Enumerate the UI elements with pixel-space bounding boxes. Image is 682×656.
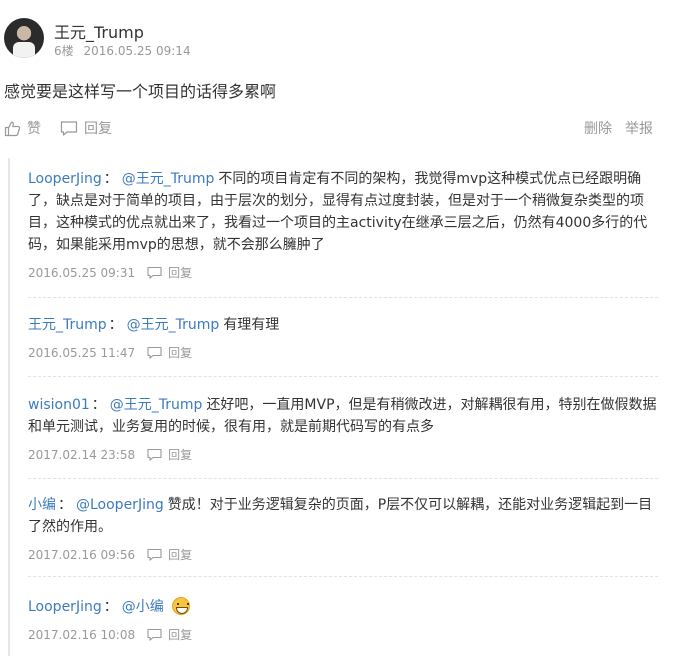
comment-reply-button[interactable]: 回复: [147, 446, 192, 463]
comment-reply-button[interactable]: 回复: [147, 264, 192, 281]
reply-label: 回复: [168, 548, 193, 562]
colon-separator: ：: [108, 317, 123, 333]
comment-bubble-icon: [147, 548, 162, 561]
comment-bubble-icon: [147, 346, 162, 359]
reply-label: 回复: [168, 266, 193, 280]
comment-footer: 2017.02.16 10:08 回复: [28, 626, 658, 643]
comment-bubble-icon: [147, 266, 162, 279]
comment-item: 小编： @LooperJing 赞成！对于业务逻辑复杂的页面，P层不仅可以解耦，还能…: [28, 494, 658, 563]
comment-item: 王元_Trump： @王元_Trump 有理有理 2016.05.25 11:47 …: [28, 314, 658, 361]
comment-user[interactable]: 王元_Trump: [28, 317, 107, 333]
comment-text: LooperJing： @王元_Trump 不同的项目肯定有不同的架构，我觉得mvp…: [28, 168, 658, 256]
comment-footer: 2016.05.25 11:47 回复: [28, 344, 658, 361]
comment-user[interactable]: LooperJing: [28, 171, 102, 187]
comment-text: 王元_Trump： @王元_Trump 有理有理: [28, 314, 658, 336]
colon-separator: ：: [91, 397, 106, 413]
comment-mention[interactable]: @王元_Trump: [127, 317, 220, 333]
comment-item: wision01： @王元_Trump 还好吧，一直用MVP，但是有稍微改进，对解耦…: [28, 394, 658, 463]
comment-footer: 2016.05.25 09:31 回复: [28, 264, 658, 281]
reply-label: 回复: [168, 448, 193, 462]
post-body: 感觉要是这样写一个项目的话得多累啊: [4, 82, 277, 101]
reply-label: 回复: [168, 628, 193, 642]
comment-footer: 2017.02.16 09:56 回复: [28, 546, 658, 563]
comment-item: LooperJing： @王元_Trump 不同的项目肯定有不同的架构，我觉得mvp…: [28, 168, 658, 281]
comment-text: 小编： @LooperJing 赞成！对于业务逻辑复杂的页面，P层不仅可以解耦，还能…: [28, 494, 658, 538]
post-actions: 赞 回复 删除 举报: [4, 118, 658, 142]
post-header: 王元_Trump 6楼 2016.05.25 09:14: [4, 16, 674, 60]
divider: [28, 376, 658, 377]
delete-button[interactable]: 删除: [584, 118, 612, 138]
comment-content: 不同的项目肯定有不同的架构，我觉得mvp这种模式优点已经跟明确了，缺点是对于简单…: [28, 171, 648, 253]
comment-bubble-icon: [147, 448, 162, 461]
comment-mention[interactable]: @王元_Trump: [122, 171, 215, 187]
comment-time: 2016.05.25 09:31: [28, 265, 136, 280]
comment-user[interactable]: 小编: [28, 497, 56, 513]
comment-user[interactable]: LooperJing: [28, 599, 102, 615]
thumbs-up-icon: [4, 120, 21, 137]
comment-reply-button[interactable]: 回复: [147, 626, 192, 643]
comment-bubble-icon: [147, 628, 162, 641]
post-meta: 6楼 2016.05.25 09:14: [54, 42, 191, 59]
comment-time: 2017.02.16 10:08: [28, 627, 136, 642]
comment-list: LooperJing： @王元_Trump 不同的项目肯定有不同的架构，我觉得mvp…: [8, 158, 658, 656]
post-author[interactable]: 王元_Trump: [54, 19, 144, 43]
like-label: 赞: [27, 121, 41, 137]
comment-time: 2016.05.25 11:47: [28, 345, 136, 360]
colon-separator: ：: [103, 171, 118, 187]
comment-user[interactable]: wision01: [28, 397, 90, 413]
divider: [28, 576, 658, 577]
comment-reply-button[interactable]: 回复: [147, 546, 192, 563]
report-button[interactable]: 举报: [625, 118, 653, 138]
grinning-face-emoji-icon: [171, 597, 190, 615]
comment-time: 2017.02.14 23:58: [28, 447, 136, 462]
reply-label: 回复: [84, 121, 112, 137]
comment-reply-button[interactable]: 回复: [147, 344, 192, 361]
post-timestamp: 2016.05.25 09:14: [83, 44, 191, 58]
colon-separator: ：: [103, 599, 118, 615]
comment-text: LooperJing： @小编: [28, 596, 658, 618]
comment-content: 有理有理: [223, 317, 280, 333]
comment-mention[interactable]: @小编: [122, 599, 164, 615]
like-button[interactable]: 赞: [4, 118, 41, 138]
reply-label: 回复: [168, 346, 193, 360]
divider: [28, 478, 658, 479]
comment-time: 2017.02.16 09:56: [28, 547, 136, 562]
avatar[interactable]: [4, 18, 44, 58]
reply-button[interactable]: 回复: [60, 118, 112, 138]
colon-separator: ：: [58, 497, 72, 513]
comment-mention[interactable]: @LooperJing: [76, 497, 164, 513]
post-floor: 6楼: [54, 44, 74, 58]
comment-text: wision01： @王元_Trump 还好吧，一直用MVP，但是有稍微改进，对解耦…: [28, 394, 658, 438]
comment-item: LooperJing： @小编 2017.02.16 10:08 回复: [28, 596, 658, 643]
comment-bubble-icon: [60, 120, 78, 137]
comment-footer: 2017.02.14 23:58 回复: [28, 446, 658, 463]
comment-mention[interactable]: @王元_Trump: [110, 397, 203, 413]
divider: [28, 297, 658, 298]
